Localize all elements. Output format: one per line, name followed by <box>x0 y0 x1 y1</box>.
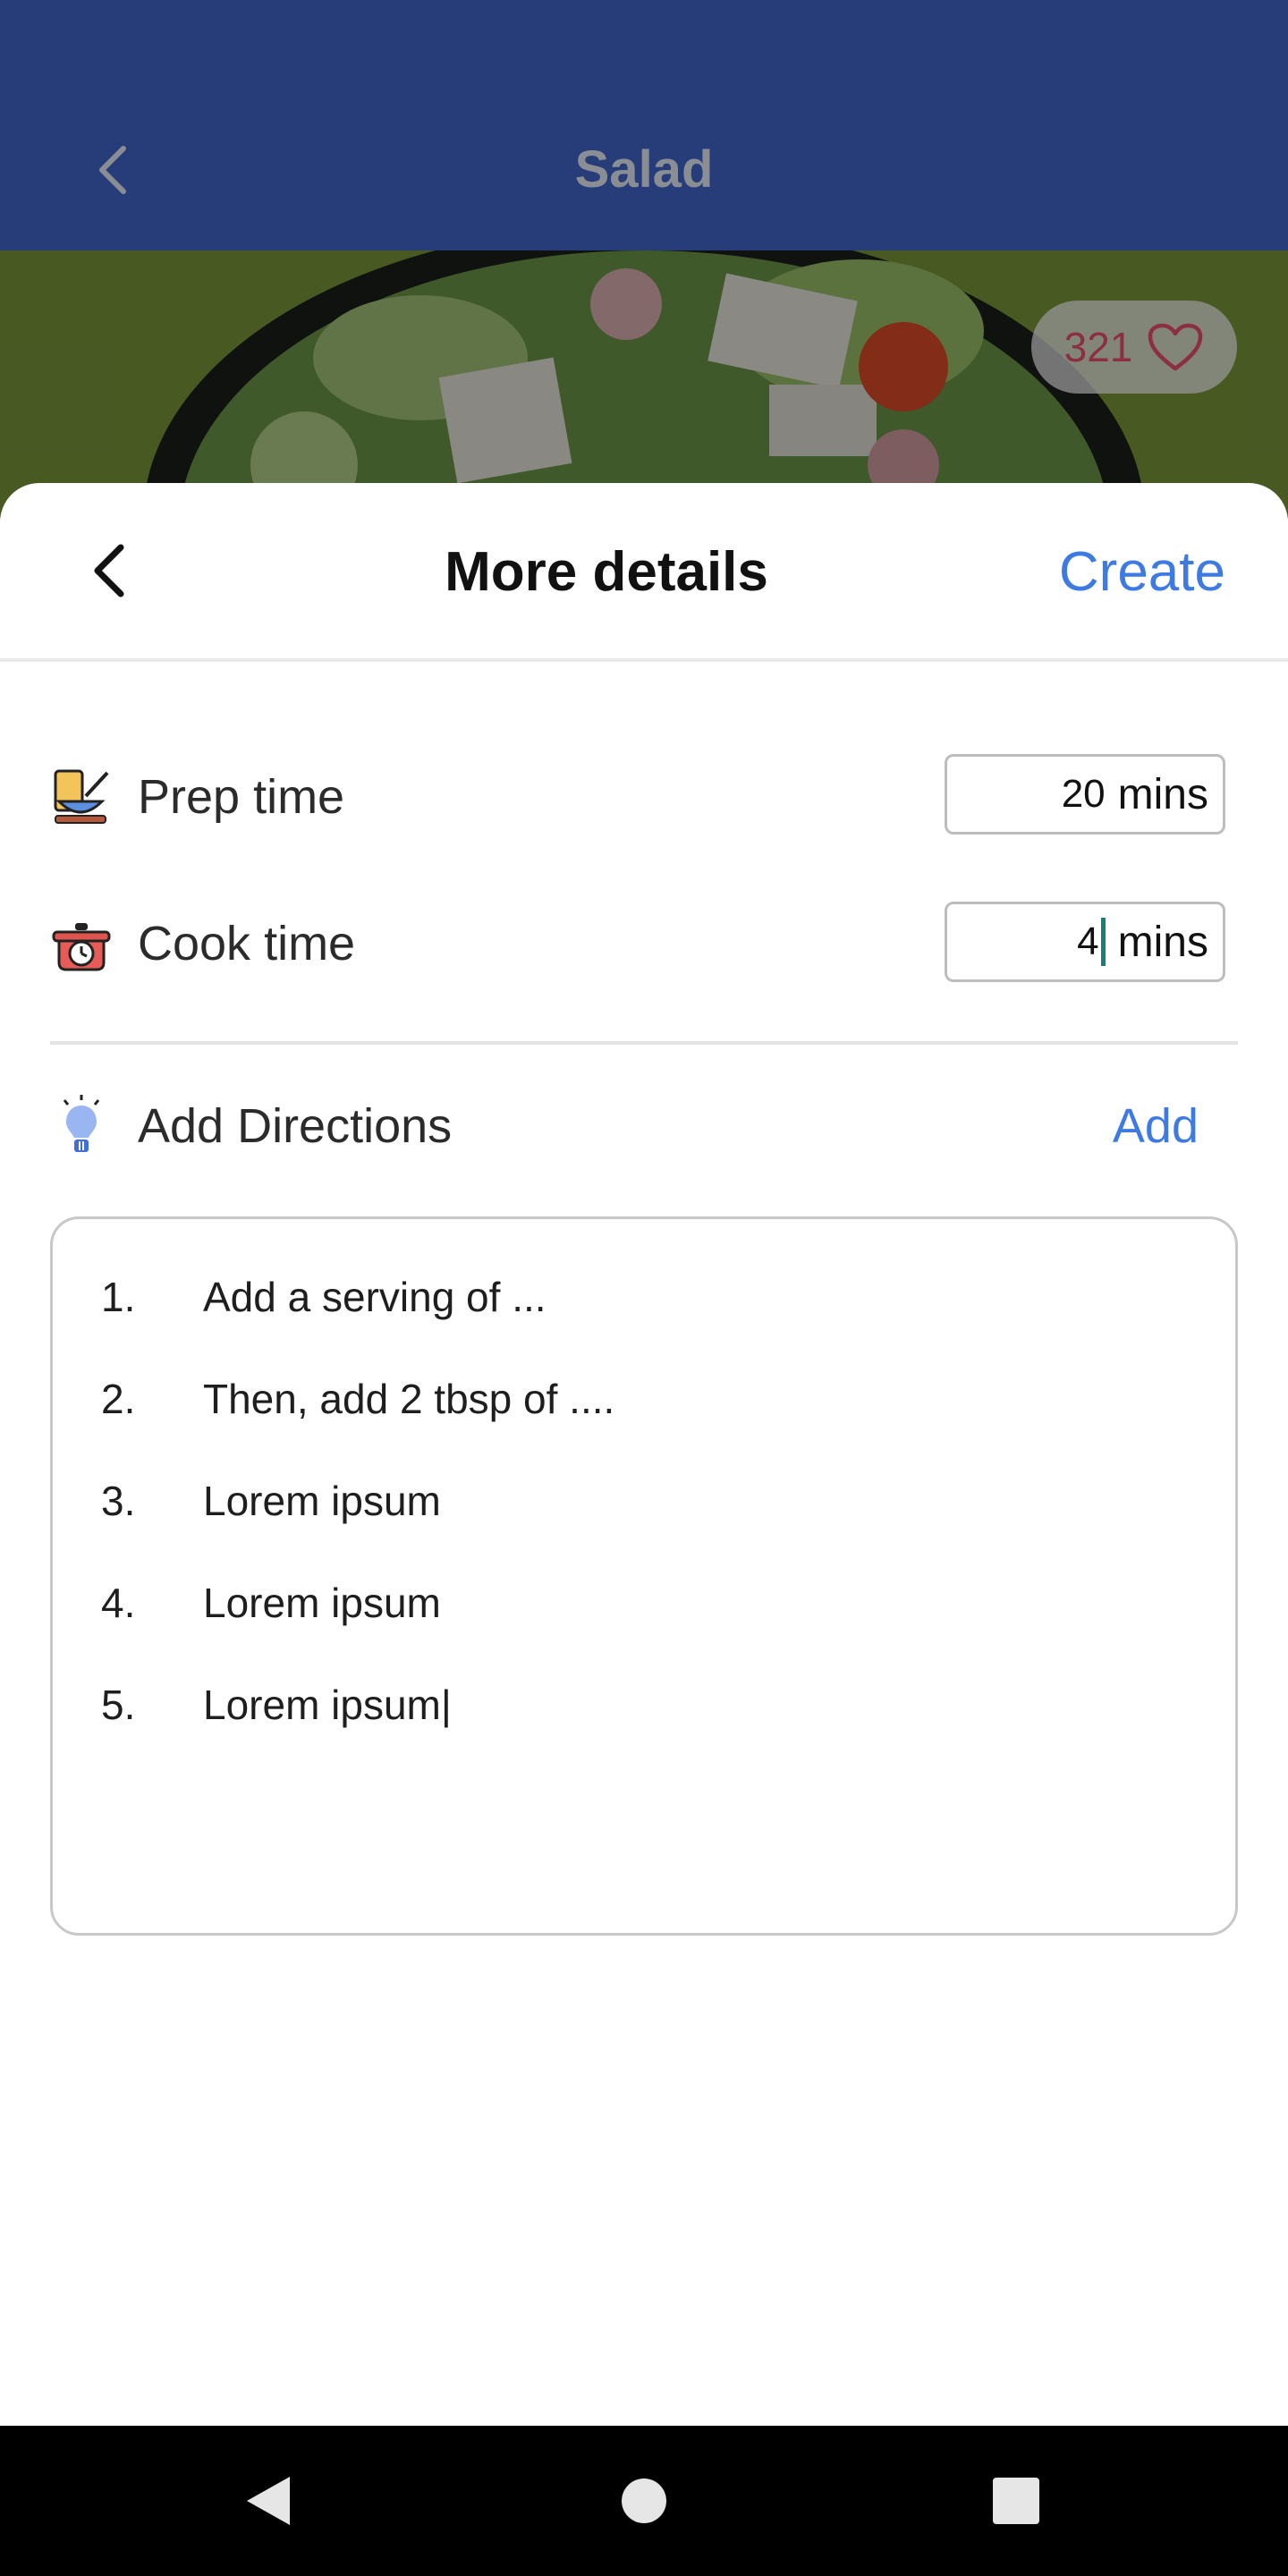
prep-time-value: 20 <box>1061 772 1106 816</box>
step-number: 1. <box>101 1274 136 1320</box>
add-directions-button[interactable]: Add <box>1113 1098 1199 1154</box>
cook-time-unit: mins <box>1117 918 1208 966</box>
prep-time-input[interactable]: 20 mins <box>945 754 1225 835</box>
nav-home-button[interactable] <box>608 2426 680 2576</box>
create-button[interactable]: Create <box>1059 540 1225 604</box>
step-text: Lorem ipsum <box>203 1580 441 1626</box>
step-number: 5. <box>101 1682 136 1728</box>
prep-time-unit: mins <box>1117 770 1208 818</box>
step-text: Add a serving of ... <box>203 1274 547 1320</box>
cooking-pot-timer-icon <box>50 912 113 975</box>
list-item: 4. Lorem ipsum <box>101 1579 441 1627</box>
nav-back-button[interactable] <box>233 2426 304 2576</box>
sheet-title: More details <box>445 541 768 603</box>
step-number: 3. <box>101 1478 136 1524</box>
cook-time-label: Cook time <box>138 917 356 970</box>
list-item: 5. Lorem ipsum| <box>101 1681 452 1729</box>
heart-icon <box>1148 323 1203 371</box>
add-directions-row: Add Directions <box>50 1086 1224 1166</box>
prep-time-label: Prep time <box>138 770 345 824</box>
cook-time-input[interactable]: 4 mins <box>945 902 1225 982</box>
step-text: Lorem ipsum <box>203 1478 441 1524</box>
nav-back-icon <box>247 2477 290 2525</box>
step-number: 2. <box>101 1376 136 1422</box>
add-directions-label: Add Directions <box>138 1099 453 1153</box>
lightbulb-icon <box>50 1095 113 1157</box>
nav-recents-button[interactable] <box>980 2426 1052 2576</box>
nav-recents-icon <box>993 2478 1039 2524</box>
nav-home-icon <box>622 2479 666 2523</box>
likes-count: 321 <box>1063 324 1133 370</box>
list-item: 3. Lorem ipsum <box>101 1477 441 1525</box>
step-text: Lorem ipsum| <box>203 1682 452 1728</box>
list-item: 2. Then, add 2 tbsp of .... <box>101 1375 614 1423</box>
app-bar: Salad <box>0 0 1288 250</box>
sheet-header: More details Create <box>0 483 1288 662</box>
step-number: 4. <box>101 1580 136 1626</box>
cook-time-value: 4 <box>1077 919 1099 963</box>
text-cursor <box>1100 918 1106 966</box>
list-item: 1. Add a serving of ... <box>101 1273 547 1321</box>
step-text: Then, add 2 tbsp of .... <box>203 1376 615 1422</box>
prep-bowl-icon <box>50 766 113 828</box>
system-navigation-bar <box>0 2426 1288 2576</box>
likes-badge[interactable]: 321 <box>1031 301 1237 394</box>
app-bar-title: Salad <box>574 140 714 199</box>
directions-textarea[interactable]: 1. Add a serving of ... 2. Then, add 2 t… <box>50 1216 1238 1936</box>
section-divider <box>50 1041 1238 1045</box>
